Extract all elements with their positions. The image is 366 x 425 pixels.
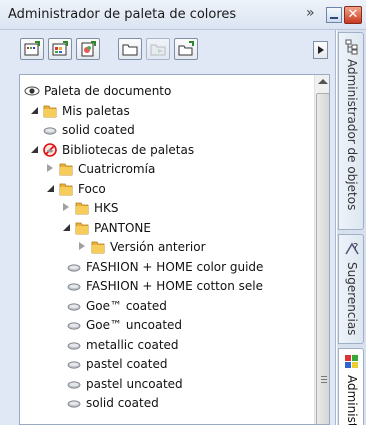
tree-item[interactable]: FASHION + HOME color guide [20, 257, 314, 277]
tree-item-label: metallic coated [86, 337, 179, 352]
palette-icon [67, 302, 81, 311]
scroll-up-icon[interactable] [318, 79, 328, 84]
minimize-button[interactable] [326, 7, 342, 23]
title-bar: Administrador de paleta de colores » ✕ [0, 0, 366, 30]
palette-icon [67, 361, 81, 369]
tree-item[interactable]: Versión anterior [20, 237, 314, 257]
tab-hints-label: Sugerencias [345, 262, 359, 336]
folder-icon [75, 202, 89, 215]
tree-item[interactable]: HKS [20, 198, 314, 218]
palette-icon [67, 341, 81, 350]
hints-icon: ? [345, 242, 359, 255]
tree-item[interactable]: Foco [20, 179, 314, 199]
tree-item[interactable]: Bibliotecas de paletas [20, 140, 314, 160]
collapse-arrow-icon[interactable] [63, 203, 69, 211]
tree-item[interactable]: Paleta de documento [20, 81, 314, 101]
move-palette-button[interactable] [146, 38, 170, 60]
folder-icon [59, 183, 73, 195]
palette-icon [67, 283, 81, 291]
folder-icon [91, 241, 105, 254]
vertical-scrollbar[interactable] [314, 75, 329, 424]
tree-item[interactable]: solid coated [20, 120, 314, 140]
tree-item-label: solid coated [62, 123, 135, 137]
tab-hints[interactable]: ? Sugerencias [338, 234, 364, 344]
palette-manager-panel: Paleta de documento Mis paletas solid coat… [0, 30, 336, 425]
tree-item[interactable]: Goe™ uncoated [20, 315, 314, 335]
chevron-right-icon[interactable]: » [306, 5, 315, 21]
object-manager-icon [345, 39, 358, 55]
tree-item[interactable]: pastel uncoated [20, 374, 314, 394]
library-hidden-icon [43, 142, 57, 157]
expand-arrow-icon[interactable] [63, 223, 70, 231]
tree-item-label: HKS [94, 201, 119, 215]
tree-item-label: FASHION + HOME color guide [86, 259, 264, 274]
new-palette-icon [24, 41, 40, 56]
tab-color-palette-manager-label: Administ [345, 375, 359, 425]
palette-icon [67, 263, 81, 272]
tree-item-label: Goe™ uncoated [86, 318, 183, 332]
close-button[interactable]: ✕ [344, 6, 362, 24]
tree-item-label: pastel uncoated [86, 376, 183, 391]
expand-arrow-icon[interactable] [47, 184, 54, 192]
collapse-arrow-icon[interactable] [79, 242, 85, 250]
tree-item-label: pastel coated [86, 357, 168, 371]
new-folder-button[interactable] [174, 38, 198, 60]
tree-item[interactable]: Mis paletas [20, 101, 314, 121]
open-palette-button[interactable] [118, 38, 142, 60]
grip-icon [321, 376, 327, 383]
new-palette-from-selection-icon [52, 41, 68, 56]
tree-item[interactable]: FASHION + HOME cotton sele [20, 276, 314, 296]
move-palette-icon [150, 44, 166, 56]
window-title: Administrador de paleta de colores [8, 7, 237, 22]
color-palette-manager-icon [345, 355, 358, 368]
tree-item-label: Mis paletas [62, 103, 130, 118]
tree-item-label: Foco [78, 181, 106, 196]
tree-item-label: Versión anterior [110, 240, 206, 254]
palette-icon [67, 400, 81, 408]
collapse-arrow-icon[interactable] [47, 164, 53, 172]
tree-item-label: Cuatricromía [78, 162, 156, 176]
folder-icon [59, 163, 73, 176]
tree-item-label: solid coated [86, 396, 159, 410]
tree-item[interactable]: Goe™ coated [20, 296, 314, 316]
tree-item-label: Bibliotecas de paletas [62, 142, 195, 157]
folder-icon [75, 222, 89, 234]
palette-icon [67, 380, 81, 389]
new-palette-from-document-button[interactable] [76, 38, 100, 60]
expand-arrow-icon[interactable] [31, 106, 38, 114]
new-folder-icon [178, 41, 194, 56]
tab-color-palette-manager[interactable]: Administ [338, 348, 364, 425]
tree-item[interactable]: pastel coated [20, 354, 314, 374]
tree-item[interactable]: metallic coated [20, 335, 314, 355]
tree-item[interactable]: Cuatricromía [20, 159, 314, 179]
tab-object-manager[interactable]: Administrador de objetos [338, 32, 364, 230]
palette-tree: Paleta de documento Mis paletas solid coat… [19, 74, 330, 425]
open-palette-folder-icon [122, 44, 138, 56]
tab-object-manager-label: Administrador de objetos [345, 59, 359, 211]
tree-item[interactable]: PANTONE [20, 218, 314, 238]
tree-item-label: Goe™ coated [86, 298, 167, 313]
eye-icon [24, 86, 40, 96]
flyout-menu-button[interactable] [313, 41, 328, 59]
docker-tabs: Administrador de objetos ? Sugerencias A… [337, 30, 366, 425]
folder-icon [43, 105, 57, 117]
expand-arrow-icon[interactable] [31, 145, 38, 153]
scroll-thumb[interactable] [316, 93, 329, 424]
new-palette-from-selection-button[interactable] [48, 38, 72, 60]
palette-icon [43, 127, 57, 135]
svg-text:?: ? [353, 242, 358, 253]
tree-item-label: PANTONE [94, 220, 151, 235]
tree-item-label: FASHION + HOME cotton sele [86, 279, 263, 293]
new-palette-from-document-icon [81, 41, 96, 57]
palette-icon [67, 322, 81, 330]
tree-item-label: Paleta de documento [44, 84, 172, 98]
tree-item[interactable]: solid coated [20, 393, 314, 413]
new-palette-button[interactable] [20, 38, 44, 60]
